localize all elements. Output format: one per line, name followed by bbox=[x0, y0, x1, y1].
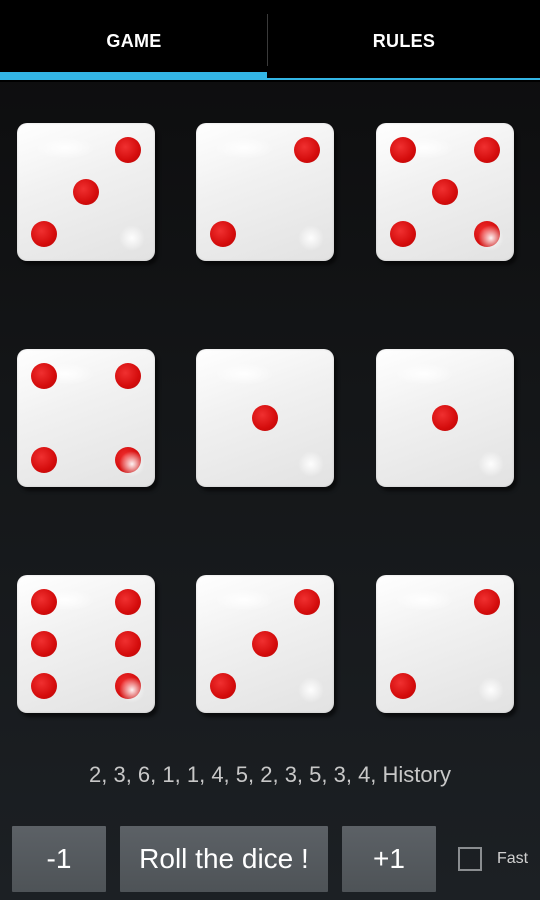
die-pip bbox=[31, 363, 57, 389]
die-pip bbox=[294, 137, 320, 163]
die-2[interactable] bbox=[196, 123, 334, 261]
die-pip bbox=[390, 221, 416, 247]
die-pip bbox=[115, 673, 141, 699]
die-pip bbox=[115, 447, 141, 473]
die-pip bbox=[390, 137, 416, 163]
die-pip bbox=[210, 673, 236, 699]
die-1[interactable] bbox=[17, 123, 155, 261]
die-5[interactable] bbox=[196, 349, 334, 487]
tab-bar: GAME RULES bbox=[0, 0, 540, 82]
die-9[interactable] bbox=[376, 575, 514, 713]
die-pip bbox=[432, 405, 458, 431]
die-pip bbox=[31, 631, 57, 657]
tab-rules[interactable]: RULES bbox=[268, 0, 540, 82]
add-die-button[interactable]: +1 bbox=[342, 826, 436, 892]
die-6[interactable] bbox=[376, 349, 514, 487]
tab-selected-indicator bbox=[0, 72, 267, 80]
tab-game[interactable]: GAME bbox=[0, 0, 268, 82]
die-3[interactable] bbox=[376, 123, 514, 261]
die-pip bbox=[31, 589, 57, 615]
die-pip bbox=[115, 363, 141, 389]
die-pip bbox=[294, 589, 320, 615]
die-7[interactable] bbox=[17, 575, 155, 713]
die-pip bbox=[115, 631, 141, 657]
die-pip bbox=[115, 589, 141, 615]
fast-checkbox[interactable] bbox=[458, 847, 482, 871]
roll-dice-button[interactable]: Roll the dice ! bbox=[120, 826, 328, 892]
die-pip bbox=[31, 221, 57, 247]
die-pip bbox=[474, 221, 500, 247]
roll-history: 2, 3, 6, 1, 1, 4, 5, 2, 3, 5, 3, 4, Hist… bbox=[89, 762, 451, 787]
die-pip bbox=[432, 179, 458, 205]
die-pip bbox=[115, 137, 141, 163]
die-8[interactable] bbox=[196, 575, 334, 713]
die-pip bbox=[210, 221, 236, 247]
die-pip bbox=[31, 673, 57, 699]
die-pip bbox=[390, 673, 416, 699]
fast-label: Fast bbox=[497, 850, 529, 867]
die-pip bbox=[252, 405, 278, 431]
die-pip bbox=[474, 137, 500, 163]
die-4[interactable] bbox=[17, 349, 155, 487]
remove-die-button[interactable]: -1 bbox=[12, 826, 106, 892]
die-pip bbox=[31, 447, 57, 473]
die-pip bbox=[252, 631, 278, 657]
die-pip bbox=[73, 179, 99, 205]
die-pip bbox=[474, 589, 500, 615]
